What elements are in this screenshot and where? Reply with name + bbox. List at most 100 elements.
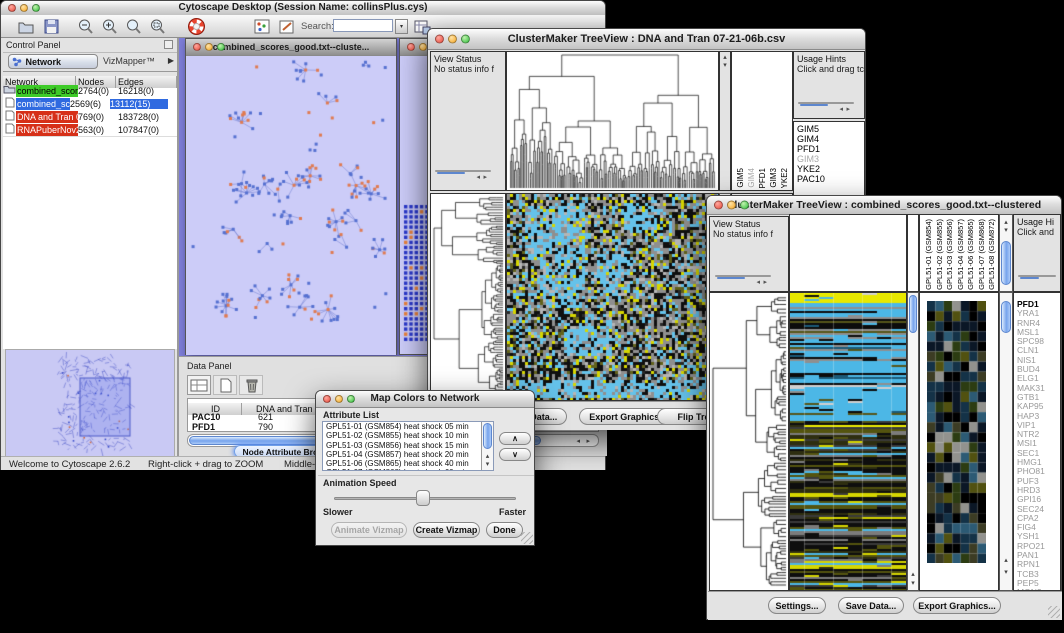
tv2-settings-button[interactable]: Settings...: [768, 597, 826, 614]
tv2-genelist-scrollbar[interactable]: ▴ ▾: [999, 292, 1013, 591]
attribute-item[interactable]: GPL51-03 (GSM856) heat shock 15 min: [323, 441, 493, 450]
tv1-row-dendrogram[interactable]: [430, 193, 506, 401]
scroll-right-icon[interactable]: ▸: [483, 174, 487, 182]
tv1-column-dendrogram[interactable]: [506, 51, 719, 191]
minimize-icon[interactable]: [205, 43, 213, 51]
tv2-heatmap-vscrollbar[interactable]: ▴ ▾: [907, 292, 919, 591]
zoom-window-icon[interactable]: [347, 395, 355, 403]
tab-vizmapper[interactable]: VizMapper™: [103, 56, 155, 66]
zoom-fit-icon[interactable]: [125, 18, 143, 36]
help-ring-icon[interactable]: [187, 17, 206, 36]
move-attribute-up-button[interactable]: ∧: [499, 432, 531, 445]
treeview1-titlebar[interactable]: ClusterMaker TreeView : DNA and Tran 07-…: [428, 29, 865, 50]
tab-network[interactable]: Network: [8, 54, 98, 69]
tv2-save-data-button[interactable]: Save Data...: [838, 597, 904, 614]
minimize-icon[interactable]: [448, 35, 457, 44]
scroll-up-icon[interactable]: ▴: [1000, 557, 1012, 564]
close-icon[interactable]: [193, 43, 201, 51]
gene-label[interactable]: GIM4: [794, 134, 864, 144]
attribute-item[interactable]: GPL51-04 (GSM857) heat shock 20 min: [323, 450, 493, 459]
scroll-up-icon[interactable]: ▴: [1000, 219, 1012, 226]
attribute-item[interactable]: GPL51-01 (GSM854) heat shock 05 min: [323, 422, 493, 431]
float-panel-icon[interactable]: [164, 40, 173, 49]
zoom-window-icon[interactable]: [740, 201, 749, 210]
save-icon[interactable]: [43, 18, 61, 36]
tv2-collabel-scrollbar[interactable]: ▴ ▾: [999, 214, 1013, 292]
scroll-down-icon[interactable]: ▾: [720, 62, 730, 69]
create-vizmap-button[interactable]: Create Vizmap: [413, 522, 480, 538]
gene-label[interactable]: PFD1: [794, 144, 864, 154]
attribute-item[interactable]: GPL51-06 (GSM865) heat shock 40 min: [323, 459, 493, 468]
animation-speed-slider[interactable]: [330, 489, 520, 509]
resize-grip[interactable]: [1048, 606, 1060, 618]
open-icon[interactable]: [17, 18, 35, 36]
zoom-window-icon[interactable]: [461, 35, 470, 44]
resize-grip[interactable]: [521, 532, 533, 544]
close-icon[interactable]: [714, 201, 723, 210]
delete-attribute-icon[interactable]: [239, 375, 263, 395]
tv1-status-scrollbar[interactable]: ◂ ▸: [435, 170, 491, 172]
close-icon[interactable]: [435, 35, 444, 44]
search-input[interactable]: [333, 19, 393, 32]
treeview2-titlebar[interactable]: ClusterMaker TreeView : combined_scores_…: [707, 196, 1061, 215]
zoom-out-icon[interactable]: [77, 18, 95, 36]
done-button[interactable]: Done: [486, 522, 523, 538]
search-dropdown-button[interactable]: ▾: [395, 19, 408, 34]
close-icon[interactable]: [407, 43, 415, 51]
scroll-right-icon[interactable]: ▸: [846, 106, 850, 114]
gene-label[interactable]: GIM5: [794, 124, 864, 134]
tv2-row-dendrogram[interactable]: [709, 292, 789, 591]
tv2-gene-list[interactable]: PFD1YRA1RNR4MSL1SPC98CLN1NIS1BUD4ELG1MAK…: [1013, 292, 1061, 591]
attribute-item[interactable]: GPL51-02 (GSM855) heat shock 10 min: [323, 431, 493, 440]
network-row[interactable]: RNAPuberNov2+563(0)107847(0): [3, 123, 177, 136]
minimize-icon[interactable]: [419, 43, 427, 51]
scroll-down-icon[interactable]: ▾: [1000, 227, 1012, 234]
minimize-icon[interactable]: [20, 4, 28, 12]
scroll-left-icon[interactable]: ◂: [756, 279, 760, 287]
network-canvas[interactable]: [186, 56, 396, 355]
zoom-selected-icon[interactable]: [149, 18, 167, 36]
table-mode-icon[interactable]: [187, 375, 211, 395]
scroll-right-icon[interactable]: ▸: [586, 438, 590, 446]
tv2-status-scrollbar[interactable]: ◂ ▸: [715, 275, 771, 277]
attribute-item[interactable]: GPL51-07 (GSM868) heat shock 60 min: [323, 468, 493, 471]
scroll-up-icon[interactable]: ▴: [908, 571, 918, 578]
scroll-right-icon[interactable]: ▸: [763, 279, 767, 287]
birdseye-view[interactable]: [5, 349, 175, 457]
zoom-in-icon[interactable]: [101, 18, 119, 36]
window-controls[interactable]: [8, 4, 40, 12]
scroll-down-icon[interactable]: ▾: [482, 461, 493, 468]
attribute-listbox[interactable]: GPL51-01 (GSM854) heat shock 05 minGPL51…: [322, 421, 494, 471]
scroll-down-icon[interactable]: ▾: [908, 580, 918, 587]
close-icon[interactable]: [8, 4, 16, 12]
zoom-window-icon[interactable]: [32, 4, 40, 12]
main-titlebar[interactable]: Cytoscape Desktop (Session Name: collins…: [1, 1, 605, 16]
tv2-column-dendrogram[interactable]: [789, 214, 907, 292]
network-row[interactable]: DNA and Tran 07769(0)183728(0): [3, 110, 177, 123]
network-row[interactable]: combined_sco2569(6)13112(15): [3, 97, 177, 110]
gene-label[interactable]: PAC10: [794, 174, 864, 184]
minimize-icon[interactable]: [335, 395, 343, 403]
scroll-left-icon[interactable]: ◂: [476, 174, 480, 182]
animate-vizmap-button[interactable]: Animate Vizmap: [331, 522, 407, 538]
new-attribute-icon[interactable]: [213, 375, 237, 395]
scroll-down-icon[interactable]: ▾: [1000, 569, 1012, 576]
gene-label[interactable]: YKE2: [794, 164, 864, 174]
close-icon[interactable]: [323, 395, 331, 403]
scroll-left-icon[interactable]: ◂: [839, 106, 843, 114]
tv2-usage-scrollbar[interactable]: [1018, 275, 1056, 277]
attribute-list-scrollbar[interactable]: ▴ ▾: [481, 422, 493, 470]
tv2-export-graphics-button[interactable]: Export Graphics...: [913, 597, 1001, 614]
scroll-up-icon[interactable]: ▴: [482, 453, 493, 460]
network-manager-icon[interactable]: [253, 18, 271, 36]
slider-thumb[interactable]: [416, 490, 430, 506]
annotation-icon[interactable]: [278, 18, 296, 36]
dialog-titlebar[interactable]: Map Colors to Network: [316, 391, 534, 408]
tab-overflow-icon[interactable]: ▶: [168, 56, 174, 65]
gene-label[interactable]: GIM3: [794, 154, 864, 164]
move-attribute-down-button[interactable]: ∨: [499, 448, 531, 461]
zoom-window-icon[interactable]: [217, 43, 225, 51]
tv2-zoom-heatmap[interactable]: [919, 292, 999, 591]
tv2-heatmap[interactable]: [789, 292, 907, 591]
tv1-heatmap[interactable]: [506, 193, 719, 401]
